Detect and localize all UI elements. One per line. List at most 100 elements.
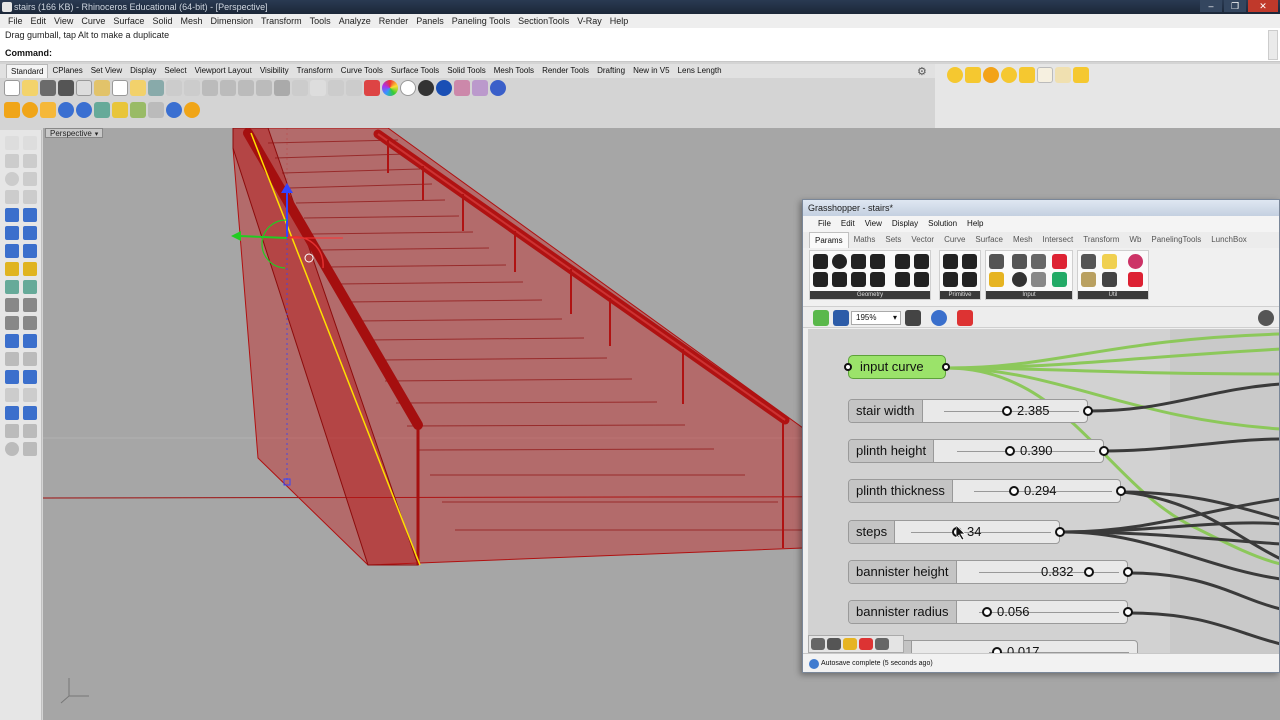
menu-edit[interactable]: Edit	[27, 14, 51, 28]
slider-knob[interactable]	[1084, 567, 1094, 577]
input-button-icon[interactable]	[1012, 272, 1027, 287]
new-file-icon[interactable]	[4, 80, 20, 96]
slider-steps[interactable]: steps 34	[848, 520, 1065, 544]
gh-tab-sets[interactable]: Sets	[880, 232, 906, 248]
menu-help[interactable]: Help	[606, 14, 633, 28]
menu-vray[interactable]: V-Ray	[573, 14, 606, 28]
slider-output-grip[interactable]	[1116, 486, 1126, 496]
input-curve-input-grip[interactable]	[844, 363, 852, 371]
point-light-icon[interactable]	[1001, 67, 1017, 83]
menu-mesh[interactable]: Mesh	[176, 14, 206, 28]
vray-frame-buffer-icon[interactable]	[58, 102, 74, 118]
vray-help-icon[interactable]	[166, 102, 182, 118]
viewport-title-tab[interactable]: Perspective ▾	[45, 128, 104, 138]
extrude-icon[interactable]	[23, 208, 37, 222]
input-gradient-icon[interactable]	[1052, 272, 1067, 287]
polygon-icon[interactable]	[23, 190, 37, 204]
save-icon[interactable]	[40, 80, 56, 96]
gh-menu-file[interactable]: File	[813, 216, 836, 232]
gh-open-icon[interactable]	[813, 310, 829, 326]
dimension-icon[interactable]	[23, 352, 37, 366]
input-curve-param[interactable]: input curve	[844, 355, 950, 379]
undo-icon[interactable]	[148, 80, 164, 96]
vray-fur-icon[interactable]	[148, 102, 164, 118]
menu-transform[interactable]: Transform	[257, 14, 306, 28]
cut-icon[interactable]	[94, 80, 110, 96]
param-text-icon[interactable]	[962, 272, 977, 287]
zoom-window-icon[interactable]	[220, 80, 236, 96]
gh-tab-lunchbox[interactable]: LunchBox	[1206, 232, 1252, 248]
gh-tab-intersect[interactable]: Intersect	[1038, 232, 1079, 248]
vray-batch-icon[interactable]	[184, 102, 200, 118]
cplane-icon[interactable]	[292, 80, 308, 96]
osnap-icon[interactable]	[5, 406, 19, 420]
param-line-icon[interactable]	[813, 272, 828, 287]
circle-icon[interactable]	[5, 172, 19, 186]
move-icon[interactable]	[310, 80, 326, 96]
param-group-icon[interactable]	[895, 272, 910, 287]
zoom-icon[interactable]	[202, 80, 218, 96]
open-file-icon[interactable]	[22, 80, 38, 96]
tab-render-tools[interactable]: Render Tools	[538, 64, 593, 78]
param-surface-icon[interactable]	[870, 254, 885, 269]
vray-rt-icon[interactable]	[76, 102, 92, 118]
join-icon[interactable]	[5, 298, 19, 312]
param-point-icon[interactable]	[851, 272, 866, 287]
tab-transform[interactable]: Transform	[293, 64, 337, 78]
widget-bell-icon[interactable]	[843, 638, 857, 650]
minimize-button[interactable]: –	[1200, 0, 1222, 12]
tab-select[interactable]: Select	[160, 64, 190, 78]
canvas-settings-icon[interactable]	[1258, 310, 1274, 326]
menu-view[interactable]: View	[50, 14, 77, 28]
curve-icon[interactable]	[23, 154, 37, 168]
point-icon[interactable]	[23, 136, 37, 150]
bulb-icon[interactable]	[947, 67, 963, 83]
cylinder-icon[interactable]	[5, 244, 19, 258]
split-icon[interactable]	[23, 316, 37, 330]
move-tool-icon[interactable]	[5, 280, 19, 294]
tab-curve-tools[interactable]: Curve Tools	[337, 64, 387, 78]
viewport-menu-icon[interactable]: ▾	[95, 131, 99, 138]
tab-standard[interactable]: Standard	[6, 64, 49, 78]
layers-panel-icon[interactable]	[23, 424, 37, 438]
tab-drafting[interactable]: Drafting	[593, 64, 629, 78]
util-data-recorder-icon[interactable]	[1128, 272, 1143, 287]
close-button[interactable]: ✕	[1248, 0, 1278, 12]
input-swatch-icon[interactable]	[1052, 254, 1067, 269]
tab-set-view[interactable]: Set View	[87, 64, 126, 78]
gh-menu-view[interactable]: View	[860, 216, 887, 232]
sun-icon[interactable]	[983, 67, 999, 83]
grasshopper-canvas[interactable]: input curve stair width 2.385 plinth hei…	[808, 329, 1279, 653]
array-icon[interactable]	[23, 334, 37, 348]
input-panel-icon[interactable]	[1031, 254, 1046, 269]
paste-icon[interactable]	[130, 80, 146, 96]
gh-tab-params[interactable]: Params	[809, 232, 849, 248]
pan-hand-icon[interactable]	[166, 80, 182, 96]
input-graph-icon[interactable]	[989, 272, 1004, 287]
input-list-icon[interactable]	[1031, 272, 1046, 287]
gumball-y-arrow[interactable]	[231, 231, 241, 241]
param-boolean-icon[interactable]	[943, 254, 958, 269]
gh-tab-vector[interactable]: Vector	[906, 232, 939, 248]
help-icon[interactable]	[490, 80, 506, 96]
gh-tab-paneling-tools[interactable]: PanelingTools	[1146, 232, 1206, 248]
menu-paneling-tools[interactable]: Paneling Tools	[448, 14, 514, 28]
mesh-icon[interactable]	[23, 244, 37, 258]
material-icon[interactable]	[454, 80, 470, 96]
zoom-extents-gh-icon[interactable]	[905, 310, 921, 326]
gh-tab-mesh[interactable]: Mesh	[1008, 232, 1038, 248]
trim-icon[interactable]	[5, 316, 19, 330]
widget-download-icon[interactable]	[827, 638, 841, 650]
tab-surface-tools[interactable]: Surface Tools	[387, 64, 443, 78]
gh-tab-wb[interactable]: Wb	[1124, 232, 1146, 248]
slider-bannister-height[interactable]: bannister height 0.832	[848, 560, 1133, 584]
gh-tab-transform[interactable]: Transform	[1078, 232, 1124, 248]
param-plane-icon[interactable]	[832, 272, 847, 287]
param-circle-icon[interactable]	[832, 254, 847, 269]
zoom-selected-icon[interactable]	[256, 80, 272, 96]
gh-tab-curve[interactable]: Curve	[939, 232, 970, 248]
param-number-icon[interactable]	[943, 272, 958, 287]
history-icon[interactable]	[23, 442, 37, 456]
ortho-icon[interactable]	[23, 406, 37, 420]
widget-grid-icon[interactable]	[875, 638, 889, 650]
